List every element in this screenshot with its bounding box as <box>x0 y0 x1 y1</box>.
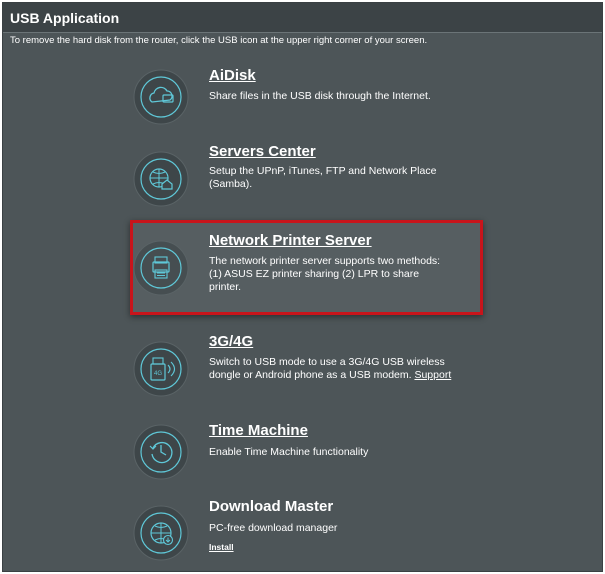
download-master-description: PC-free download manager <box>209 522 338 534</box>
svg-text:4G: 4G <box>154 371 162 377</box>
printer-icon[interactable] <box>133 240 189 296</box>
page-title: USB Application <box>10 10 120 26</box>
page-subtitle: To remove the hard disk from the router,… <box>10 35 428 46</box>
install-link[interactable]: Install <box>209 542 234 552</box>
3g-4g-description-line1: Switch to USB mode to use a 3G/4G USB wi… <box>209 356 445 368</box>
header-bar: USB Application <box>3 3 602 33</box>
servers-center-link[interactable]: Servers Center <box>209 143 316 160</box>
network-printer-description-line3: printer. <box>209 281 242 293</box>
servers-center-description-line2: (Samba). <box>209 178 253 190</box>
download-master-title: Download Master <box>209 498 334 515</box>
aidisk-link[interactable]: AiDisk <box>209 67 256 84</box>
globe-house-icon[interactable] <box>133 151 189 207</box>
3g-4g-description-line2: dongle or Android phone as a USB modem. <box>209 369 412 381</box>
servers-center-description-line1: Setup the UPnP, iTunes, FTP and Network … <box>209 165 437 177</box>
network-printer-description: The network printer server supports two … <box>209 255 489 294</box>
clock-icon[interactable] <box>133 424 189 480</box>
network-printer-description-line2: (1) ASUS EZ printer sharing (2) LPR to s… <box>209 268 420 280</box>
usb-dongle-icon[interactable]: 4G <box>133 341 189 397</box>
globe-download-icon[interactable] <box>133 505 189 561</box>
usb-application-panel: USB Application To remove the hard disk … <box>2 2 603 572</box>
network-printer-server-link[interactable]: Network Printer Server <box>209 232 372 249</box>
cloud-disk-icon[interactable] <box>133 69 189 125</box>
support-link[interactable]: Support <box>414 369 451 381</box>
aidisk-description: Share files in the USB disk through the … <box>209 90 431 102</box>
servers-center-description: Setup the UPnP, iTunes, FTP and Network … <box>209 165 489 191</box>
time-machine-link[interactable]: Time Machine <box>209 422 308 439</box>
network-printer-description-line1: The network printer server supports two … <box>209 255 441 267</box>
3g-4g-description-line2-wrap: dongle or Android phone as a USB modem. … <box>209 369 489 382</box>
3g-4g-description: Switch to USB mode to use a 3G/4G USB wi… <box>209 356 489 382</box>
time-machine-description: Enable Time Machine functionality <box>209 446 369 458</box>
3g-4g-link[interactable]: 3G/4G <box>209 333 253 350</box>
